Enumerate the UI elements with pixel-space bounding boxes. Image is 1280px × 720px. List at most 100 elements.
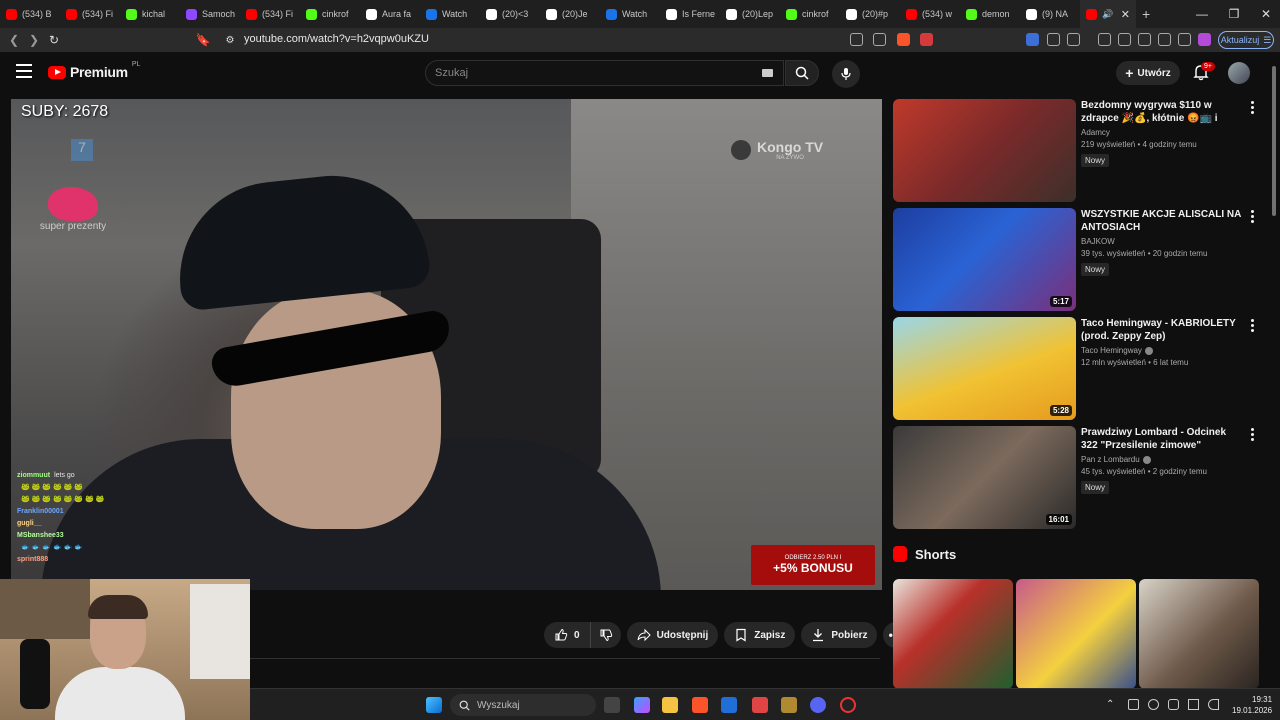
profile-icon[interactable] (1198, 33, 1211, 46)
minimize-icon[interactable]: — (1186, 0, 1218, 28)
video-thumbnail[interactable]: 5:17 (893, 208, 1076, 311)
browser-tab[interactable]: (20)<3 (480, 0, 540, 28)
browser-tab[interactable]: cinkrof (780, 0, 840, 28)
forward-icon[interactable]: ❯ (26, 32, 42, 48)
volume-icon[interactable] (1208, 699, 1219, 710)
browser-tab[interactable]: cinkrof (300, 0, 360, 28)
browser-tab[interactable]: (20)Lep (720, 0, 780, 28)
share-button[interactable]: Udostępnij (626, 622, 719, 648)
video-title[interactable]: Bezdomny wygrywa $110 w zdrapce 🎉💰, kłót… (1081, 99, 1243, 125)
recommended-video[interactable]: 5:17 WSZYSTKIE AKCJE ALISCALI NA ANTOSIAC… (893, 208, 1265, 317)
recommended-video[interactable]: 5:28 Taco Hemingway - KABRIOLETY (prod. Z… (893, 317, 1265, 426)
restore-icon[interactable]: ❐ (1218, 0, 1250, 28)
taskbar-search-input[interactable]: Wyszukaj (450, 694, 596, 716)
tray-cloud-icon[interactable] (1148, 699, 1159, 710)
reader-icon[interactable] (1067, 33, 1080, 46)
address-bar[interactable]: youtube.com/watch?v=h2vqpw0uKZU (244, 33, 429, 45)
dislike-button[interactable] (590, 622, 621, 648)
short-thumbnail[interactable] (1139, 579, 1259, 689)
more-vert-icon[interactable] (1249, 210, 1255, 224)
guide-menu-icon[interactable] (16, 64, 32, 80)
page-scrollbar[interactable] (1270, 56, 1278, 688)
video-title[interactable]: Taco Hemingway - KABRIOLETY (prod. Zeppy… (1081, 317, 1243, 343)
voice-search-button[interactable] (832, 60, 860, 88)
store-icon[interactable] (721, 697, 737, 713)
browser-tab[interactable]: (534) Fi (60, 0, 120, 28)
video-thumbnail[interactable]: 5:28 (893, 317, 1076, 420)
app-icon[interactable] (781, 697, 797, 713)
bookmark-icon[interactable]: 🔖 (195, 32, 211, 48)
more-vert-icon[interactable] (1249, 428, 1255, 442)
search-button[interactable] (785, 60, 819, 86)
save-button[interactable]: Zapisz (724, 622, 796, 648)
extension-icon[interactable] (1026, 33, 1039, 46)
browser-tab[interactable]: Aura fa (360, 0, 420, 28)
obs-icon[interactable] (840, 697, 856, 713)
recommended-video[interactable]: Bezdomny wygrywa $110 w zdrapce 🎉💰, kłót… (893, 99, 1265, 208)
task-view-icon[interactable] (604, 697, 620, 713)
video-title[interactable]: Prawdziwy Lombard - Odcinek 322 "Przesil… (1081, 426, 1243, 452)
brave-rewards-icon[interactable] (920, 33, 933, 46)
update-button[interactable]: Aktualizuj ☰ (1218, 31, 1274, 49)
close-window-icon[interactable]: ✕ (1250, 0, 1280, 28)
system-clock[interactable]: 19:31 19.01.2026 (1232, 694, 1272, 716)
media-icon[interactable] (1098, 33, 1111, 46)
new-tab-button[interactable]: + (1136, 0, 1162, 28)
browser-tab[interactable]: demon (960, 0, 1020, 28)
browser-tab-active[interactable]: 🔊 ✕ (1080, 0, 1136, 28)
site-info-icon[interactable]: ⚙ (222, 32, 238, 48)
scrollbar-thumb[interactable] (1272, 66, 1276, 216)
channel-name[interactable]: BAJKOW (1081, 237, 1115, 246)
audio-playing-icon[interactable]: 🔊 (1102, 9, 1113, 20)
more-vert-icon[interactable] (1249, 101, 1255, 115)
brave-browser-icon[interactable] (692, 697, 708, 713)
browser-tab[interactable]: (534) w (900, 0, 960, 28)
account-avatar[interactable] (1228, 62, 1250, 84)
channel-name[interactable]: Taco Hemingway (1081, 346, 1142, 355)
wallet-icon[interactable] (1138, 33, 1151, 46)
copilot-icon[interactable] (634, 697, 650, 713)
back-icon[interactable]: ❮ (6, 32, 22, 48)
video-title[interactable]: WSZYSTKIE AKCJE ALISCALI NA ANTOSIACH (1081, 208, 1243, 234)
brave-shields-icon[interactable] (897, 33, 910, 46)
file-explorer-icon[interactable] (662, 697, 678, 713)
browser-tab[interactable]: Is Ferne (660, 0, 720, 28)
puzzle-icon[interactable] (1047, 33, 1060, 46)
create-button[interactable]: + Utwórz (1116, 61, 1180, 85)
cast-icon[interactable] (850, 33, 863, 46)
short-thumbnail[interactable] (1016, 579, 1136, 689)
leo-icon[interactable] (1158, 33, 1171, 46)
short-thumbnail[interactable] (893, 579, 1013, 689)
windows-start-icon[interactable] (426, 697, 442, 713)
browser-tab[interactable]: (534) B (0, 0, 60, 28)
sidebar-icon[interactable] (1118, 33, 1131, 46)
browser-tab[interactable]: (534) Fi (240, 0, 300, 28)
video-thumbnail[interactable]: 16:01 (893, 426, 1076, 529)
keyboard-icon[interactable] (762, 69, 773, 77)
download-button[interactable]: Pobierz (801, 622, 878, 648)
recommended-video[interactable]: 16:01 Prawdziwy Lombard - Odcinek 322 "Pr… (893, 426, 1265, 535)
brave-active-icon[interactable] (752, 697, 768, 713)
browser-tab[interactable]: Samoch (180, 0, 240, 28)
close-tab-icon[interactable]: ✕ (1121, 8, 1130, 21)
video-thumbnail[interactable] (893, 99, 1076, 202)
discord-icon[interactable] (810, 697, 826, 713)
vpn-icon[interactable] (1178, 33, 1191, 46)
video-player[interactable]: SUBY: 2678 7 super prezenty Kongo TV NA … (11, 99, 882, 590)
channel-name[interactable]: Pan z Lombardu (1081, 455, 1140, 464)
browser-tab[interactable]: kichal (120, 0, 180, 28)
share-page-icon[interactable] (873, 33, 886, 46)
tray-mic-icon[interactable] (1168, 699, 1179, 710)
youtube-logo[interactable]: Premium PL (48, 61, 140, 80)
browser-tab[interactable]: Watch (600, 0, 660, 28)
tray-display-icon[interactable] (1188, 699, 1199, 710)
tray-app-icon[interactable] (1128, 699, 1139, 710)
channel-name[interactable]: Adamcy (1081, 128, 1110, 137)
like-button[interactable]: 0 (544, 622, 591, 648)
browser-tab[interactable]: (20)#p (840, 0, 900, 28)
browser-tab[interactable]: (20)Je (540, 0, 600, 28)
reload-icon[interactable]: ↻ (46, 32, 62, 48)
more-vert-icon[interactable] (1249, 319, 1255, 333)
browser-tab[interactable]: (9) NA (1020, 0, 1080, 28)
tray-chevron-icon[interactable]: ⌃ (1106, 699, 1117, 710)
